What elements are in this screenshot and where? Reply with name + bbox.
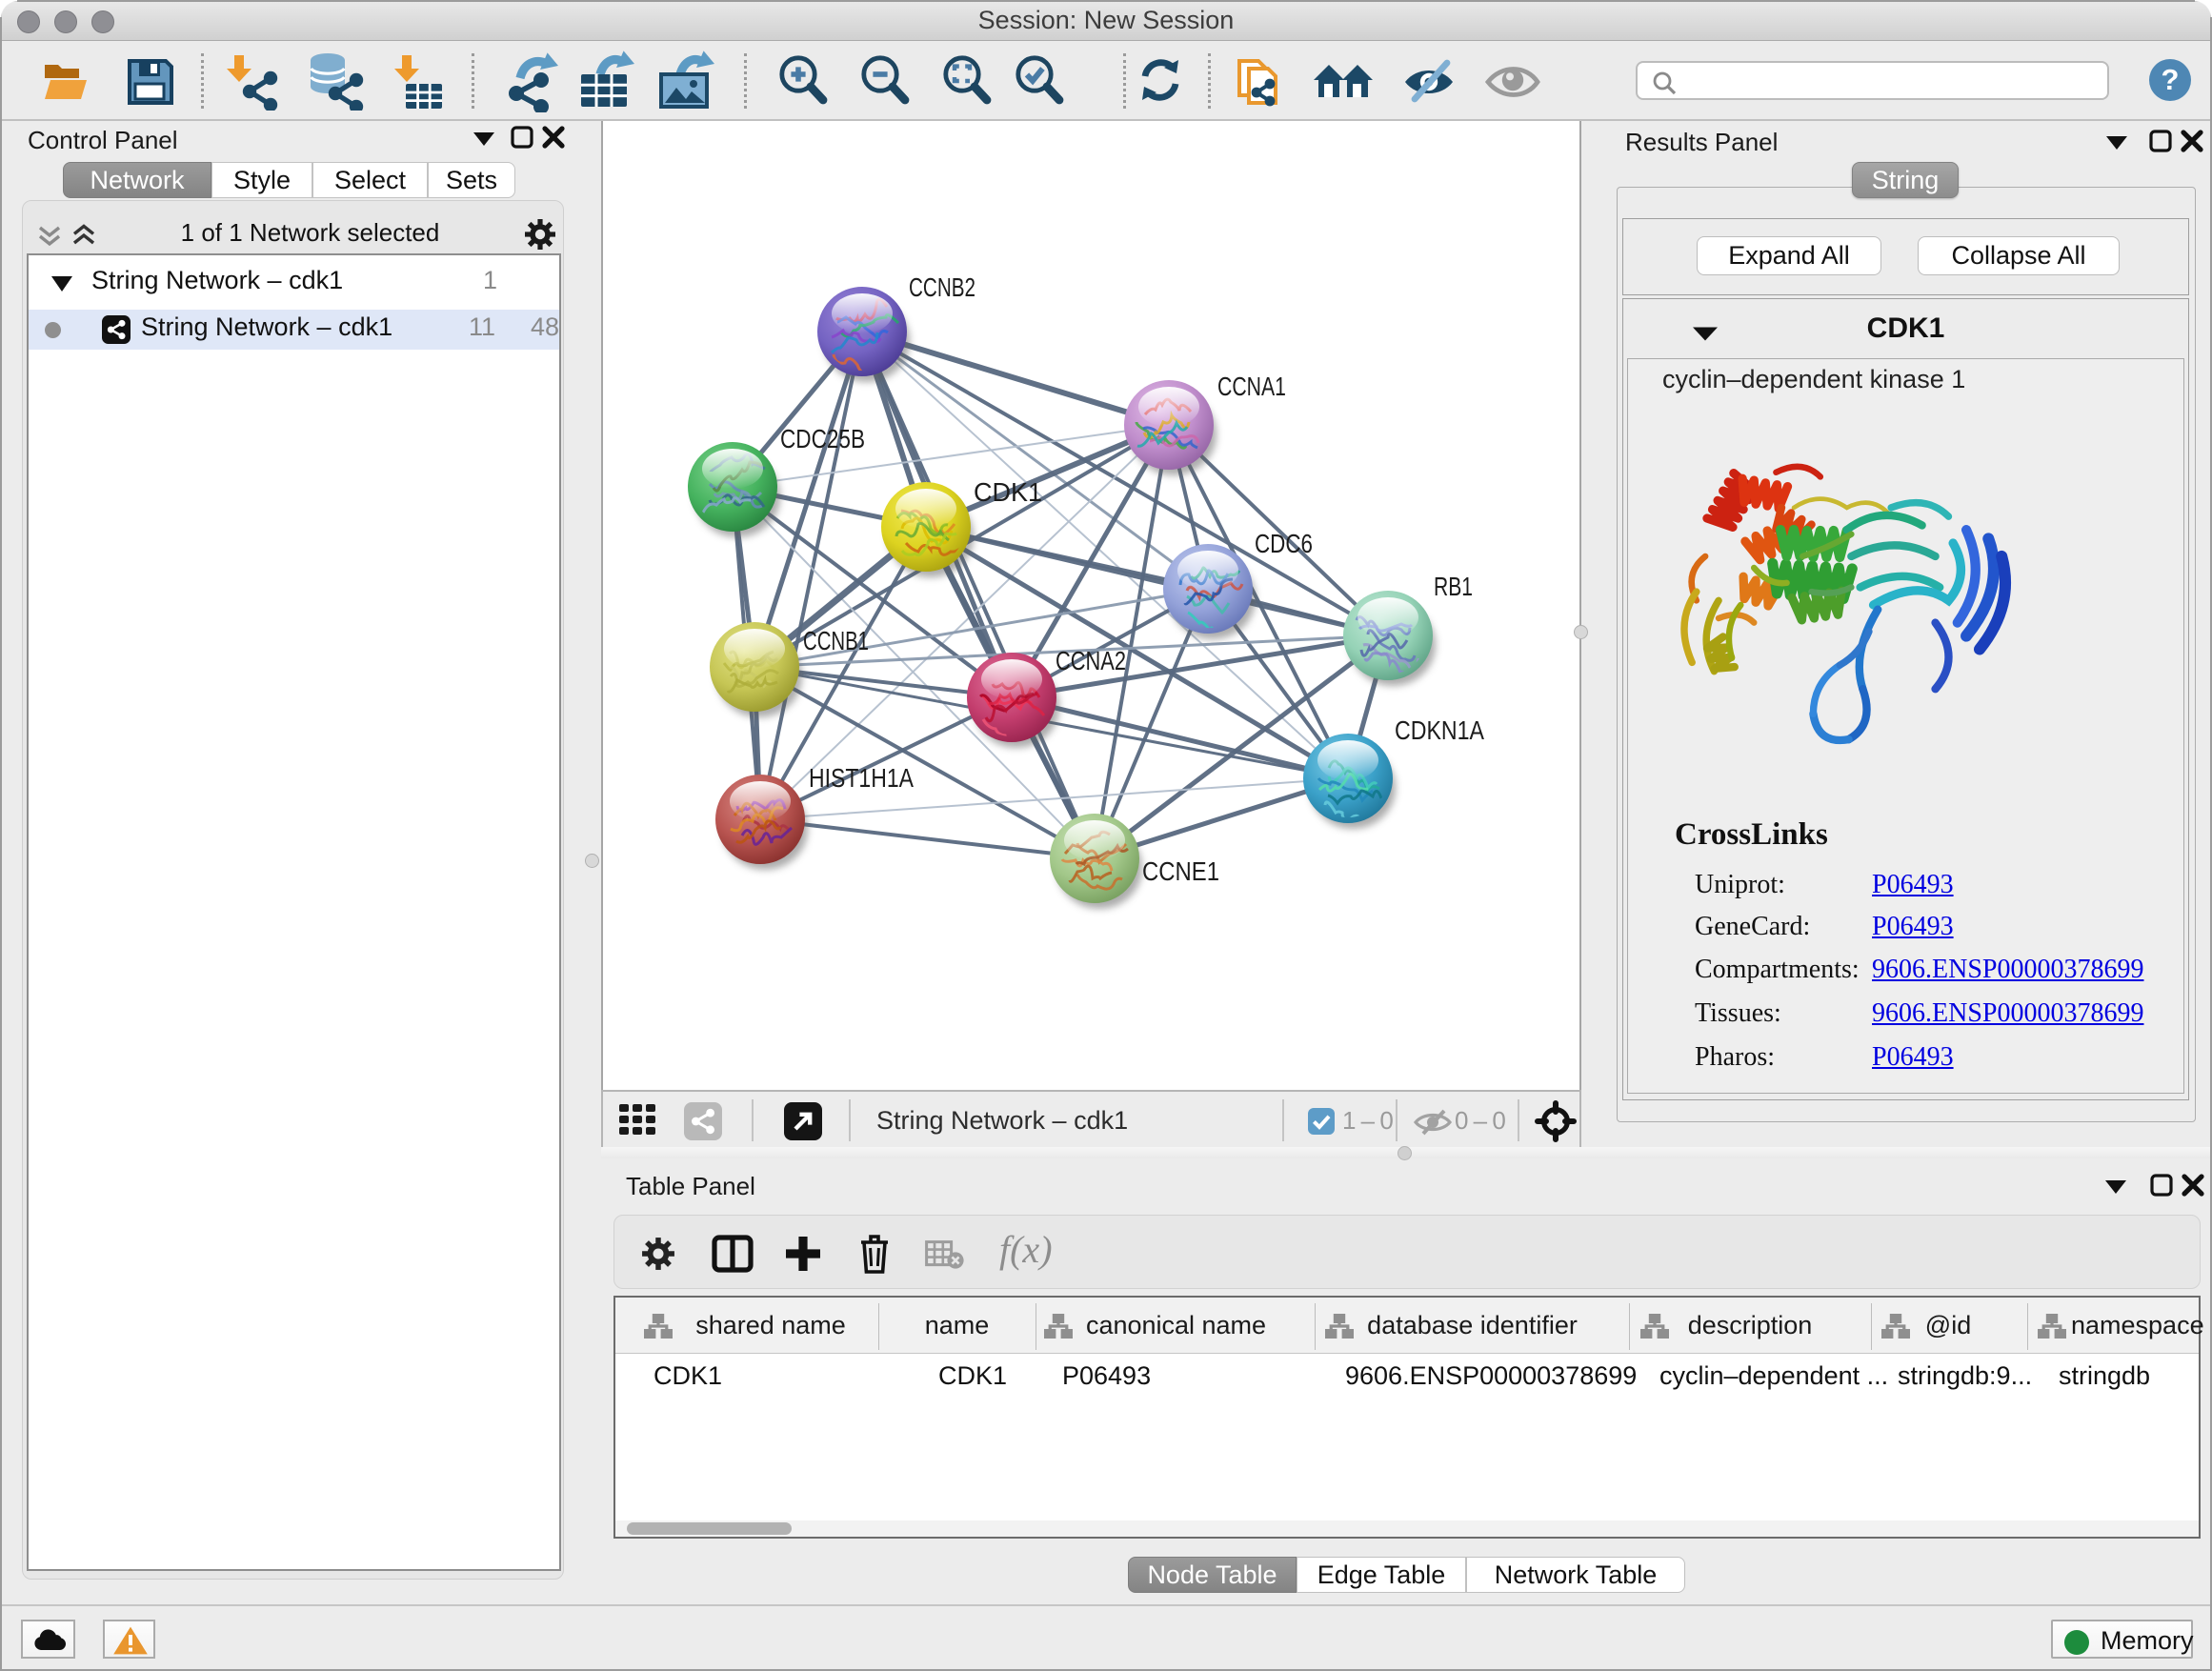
svg-text:?: ? — [2162, 63, 2180, 96]
svg-text:CDK1: CDK1 — [974, 477, 1042, 507]
svg-text:CCNB1: CCNB1 — [803, 626, 869, 655]
svg-text:CCNB2: CCNB2 — [909, 272, 975, 302]
svg-text:HIST1H1A: HIST1H1A — [809, 763, 914, 793]
svg-text:CDKN1A: CDKN1A — [1395, 715, 1484, 745]
svg-text:CCNA1: CCNA1 — [1217, 372, 1286, 401]
svg-text:RB1: RB1 — [1434, 572, 1473, 601]
svg-text:CDC6: CDC6 — [1255, 529, 1313, 558]
svg-text:CCNE1: CCNE1 — [1142, 856, 1219, 886]
svg-text:CCNA2: CCNA2 — [1056, 646, 1126, 675]
svg-text:CDC25B: CDC25B — [780, 424, 865, 453]
